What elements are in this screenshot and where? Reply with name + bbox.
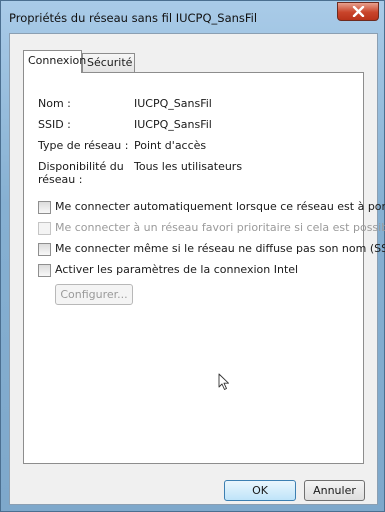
tab-connexion[interactable]: Connexion bbox=[23, 50, 86, 73]
close-icon bbox=[352, 6, 365, 17]
field-label-nom: Nom : bbox=[38, 97, 71, 110]
configure-button: Configurer... bbox=[55, 284, 133, 305]
close-button[interactable] bbox=[337, 2, 379, 21]
mouse-pointer-icon bbox=[218, 373, 229, 390]
dialog-client-area: Connexion Sécurité Nom : IUCPQ_SansFil S… bbox=[9, 33, 385, 505]
tab-securite-label: Sécurité bbox=[87, 56, 133, 69]
auto-connect-label: Me connecter automatiquement lorsque ce … bbox=[55, 200, 385, 213]
hidden-ssid-label: Me connecter même si le réseau ne diffus… bbox=[55, 242, 385, 255]
favorite-network-label: Me connecter à un réseau favori priorita… bbox=[55, 221, 385, 234]
hidden-ssid-checkbox[interactable] bbox=[38, 243, 51, 256]
tab-connexion-label: Connexion bbox=[28, 54, 87, 67]
dialog-window: Propriétés du réseau sans fil IUCPQ_Sans… bbox=[0, 0, 385, 512]
field-label-disponibilite-line1: Disponibilité du bbox=[38, 160, 124, 173]
field-value-disponibilite: Tous les utilisateurs bbox=[134, 160, 243, 173]
field-label-ssid: SSID : bbox=[38, 118, 71, 131]
favorite-network-checkbox bbox=[38, 222, 51, 235]
ok-button[interactable]: OK bbox=[224, 480, 296, 501]
cancel-button[interactable]: Annuler bbox=[304, 480, 365, 501]
field-label-type: Type de réseau : bbox=[38, 139, 129, 152]
tab-securite[interactable]: Sécurité bbox=[82, 53, 135, 72]
title-bar[interactable]: Propriétés du réseau sans fil IUCPQ_Sans… bbox=[1, 1, 384, 33]
auto-connect-checkbox[interactable] bbox=[38, 201, 51, 214]
field-label-disponibilite-line2: réseau : bbox=[38, 173, 83, 186]
window-title: Propriétés du réseau sans fil IUCPQ_Sans… bbox=[9, 11, 258, 25]
intel-settings-checkbox[interactable] bbox=[38, 264, 51, 277]
intel-settings-label: Activer les paramètres de la connexion I… bbox=[55, 263, 299, 276]
connexion-panel: Nom : IUCPQ_SansFil SSID : IUCPQ_SansFil… bbox=[23, 72, 385, 464]
field-value-type: Point d'accès bbox=[134, 139, 207, 152]
field-value-ssid: IUCPQ_SansFil bbox=[134, 118, 212, 131]
field-value-nom: IUCPQ_SansFil bbox=[134, 97, 212, 110]
